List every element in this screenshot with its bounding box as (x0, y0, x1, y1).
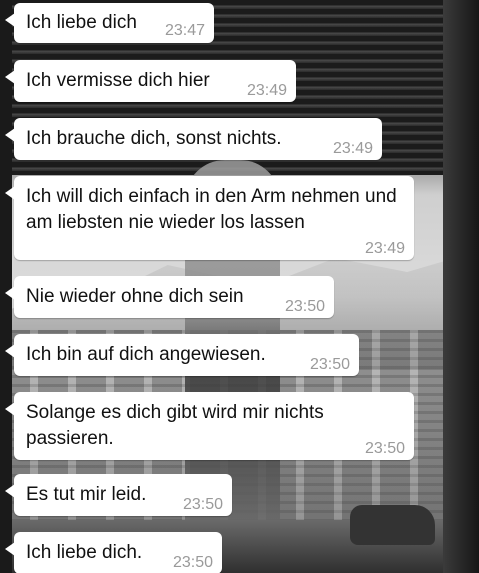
message-text: Ich liebe dich (26, 12, 137, 33)
message-timestamp: 23:50 (284, 298, 325, 315)
message-timestamp: 23:47 (164, 22, 205, 39)
incoming-message-bubble[interactable]: Solange es dich gibt wird mir nichts pas… (5, 392, 414, 460)
message-text: Ich will dich einfach in den Arm nehmen … (26, 186, 397, 233)
message-timestamp: 23:50 (182, 496, 223, 513)
message-timestamp: 23:50 (364, 440, 405, 457)
message-list[interactable]: Ich liebe dich 23:47 Ich vermisse dich h… (0, 0, 479, 573)
incoming-message-bubble[interactable]: Ich vermisse dich hier 23:49 (5, 60, 296, 102)
message-timestamp: 23:49 (332, 140, 373, 157)
message-text: Ich bin auf dich angewiesen. (26, 344, 266, 365)
message-text: Solange es dich gibt wird mir nichts pas… (26, 402, 324, 449)
message-text: Es tut mir leid. (26, 484, 147, 505)
message-text: Ich brauche dich, sonst nichts. (26, 128, 282, 149)
message-text: Ich vermisse dich hier (26, 70, 210, 91)
message-timestamp: 23:49 (246, 82, 287, 99)
incoming-message-bubble[interactable]: Es tut mir leid. 23:50 (5, 474, 232, 516)
message-timestamp: 23:50 (172, 554, 213, 571)
message-timestamp: 23:49 (364, 240, 405, 257)
message-timestamp: 23:50 (309, 356, 350, 373)
incoming-message-bubble[interactable]: Ich liebe dich. 23:50 (5, 532, 222, 573)
incoming-message-bubble[interactable]: Ich brauche dich, sonst nichts. 23:49 (5, 118, 382, 160)
message-text: Nie wieder ohne dich sein (26, 286, 244, 307)
incoming-message-bubble[interactable]: Nie wieder ohne dich sein 23:50 (5, 276, 334, 318)
message-text: Ich liebe dich. (26, 542, 143, 563)
incoming-message-bubble[interactable]: Ich will dich einfach in den Arm nehmen … (5, 176, 414, 260)
incoming-message-bubble[interactable]: Ich liebe dich 23:47 (5, 3, 214, 43)
incoming-message-bubble[interactable]: Ich bin auf dich angewiesen. 23:50 (5, 334, 359, 376)
